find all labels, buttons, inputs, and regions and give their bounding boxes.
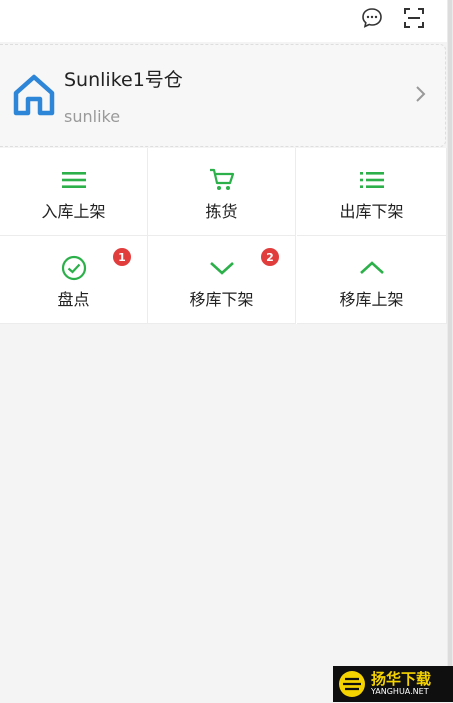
watermark: 扬华下载 YANGHUA.NET — [333, 666, 453, 702]
action-transfer-shelving[interactable]: 移库上架 — [297, 236, 447, 324]
chevron-up-icon — [358, 254, 386, 282]
action-grid: 入库上架 拣货 出库下架 盘点 1 移库下架 2 移库上架 — [0, 148, 447, 324]
scrollbar-thumb[interactable] — [448, 0, 452, 702]
chevron-down-icon — [208, 254, 236, 282]
action-stocktake[interactable]: 盘点 1 — [0, 236, 148, 324]
count-badge: 1 — [113, 248, 131, 266]
cart-icon — [208, 166, 236, 194]
action-label: 拣货 — [205, 202, 238, 221]
chat-icon[interactable] — [360, 6, 384, 30]
action-picking[interactable]: 拣货 — [148, 148, 296, 236]
action-label: 入库上架 — [41, 202, 106, 221]
warehouse-selector[interactable]: Sunlike1号仓 sunlike — [0, 44, 446, 147]
scrollbar[interactable] — [447, 0, 453, 702]
watermark-cn: 扬华下载 — [371, 670, 432, 688]
list-icon — [358, 166, 386, 194]
warehouse-subtitle: sunlike — [64, 107, 121, 126]
check-circle-icon — [60, 254, 88, 282]
action-outbound-unshelving[interactable]: 出库下架 — [297, 148, 447, 236]
warehouse-title: Sunlike1号仓 — [64, 69, 183, 91]
action-inbound-shelving[interactable]: 入库上架 — [0, 148, 148, 236]
house-icon — [12, 73, 56, 117]
action-label: 出库下架 — [339, 202, 404, 221]
action-transfer-unshelving[interactable]: 移库下架 2 — [148, 236, 296, 324]
action-label: 移库下架 — [189, 290, 254, 309]
scan-icon[interactable] — [402, 6, 426, 30]
menu-lines-icon — [60, 166, 88, 194]
watermark-logo-icon — [337, 669, 367, 699]
watermark-en: YANGHUA.NET — [371, 687, 429, 696]
chevron-right-icon — [410, 83, 430, 105]
count-badge: 2 — [261, 248, 279, 266]
action-label: 移库上架 — [339, 290, 404, 309]
action-label: 盘点 — [57, 290, 90, 309]
top-bar — [0, 0, 453, 42]
